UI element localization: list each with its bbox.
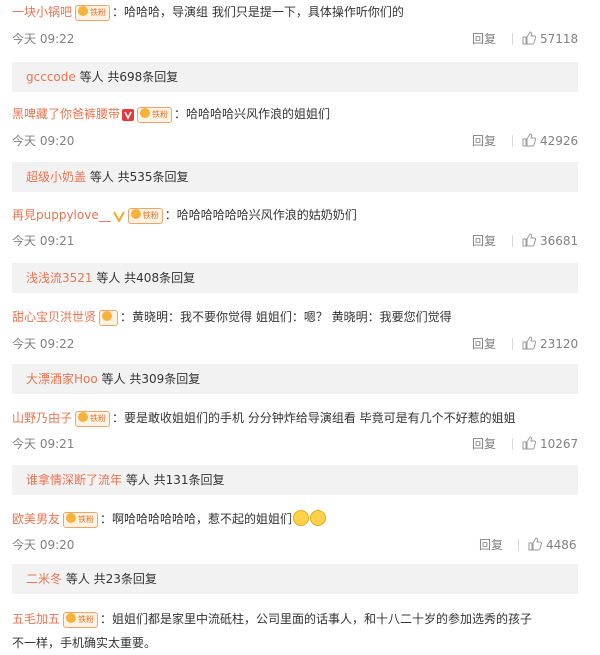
fan-badge: 铁粉 [63, 611, 99, 628]
like-count: 4486 [546, 538, 577, 552]
reply-button[interactable]: 回复 [472, 131, 496, 151]
fan-badge [99, 309, 119, 326]
comment-username[interactable]: 欧美男友 [12, 512, 60, 526]
laugh-emoji-icon [293, 510, 310, 526]
comment-username[interactable]: 再見puppylove__ [12, 208, 111, 222]
like-count: 57118 [540, 32, 579, 46]
fan-badge-icon [66, 512, 77, 523]
thumbs-up-icon [522, 436, 537, 450]
like-count: 10267 [540, 437, 579, 451]
comment-time: 今天 09:20 [12, 134, 75, 148]
sub-reply-user[interactable]: 浅浅流3521 [26, 271, 93, 285]
comment-time: 今天 09:20 [12, 538, 75, 552]
reply-button[interactable]: 回复 [472, 231, 496, 251]
sub-reply-count: 等人 共535条回复 [86, 170, 189, 184]
comment-text: ：哈哈哈哈兴风作浪的姐姐们 [174, 107, 331, 121]
comment-time: 今天 09:22 [12, 32, 75, 46]
vip-icon [112, 211, 125, 222]
comment-username[interactable]: 甜心宝贝洪世贤 [12, 310, 96, 324]
like-count: 36681 [540, 234, 579, 248]
fan-badge: 铁粉 [127, 207, 163, 224]
fan-badge: 铁粉 [75, 4, 111, 21]
sub-reply-count: 等人 共23条回复 [62, 572, 157, 586]
fan-badge-icon [140, 107, 151, 118]
like-button[interactable]: 57118 [522, 29, 578, 49]
sub-replies[interactable]: 二米冬 等人 共23条回复 [12, 564, 578, 594]
comment-username[interactable]: 黑啤藏了你爸裤腰带 [12, 107, 120, 121]
comment-username[interactable]: 山野乃由子 [12, 411, 72, 425]
comment-text: ：哈哈哈哈哈哈兴风作浪的姑奶奶们 [164, 208, 357, 222]
sub-reply-user[interactable]: 大漂酒家Hoo [26, 372, 98, 386]
comment-time: 今天 09:21 [12, 234, 75, 248]
comment-text: ：要是敢收姐姐们的手机 分分钟炸给导演组看 毕竟可是有几个不好惹的姐姐 [112, 411, 516, 425]
sub-reply-user[interactable]: 二米冬 [26, 572, 62, 586]
fan-badge-icon [66, 612, 77, 623]
fan-badge: 铁粉 [75, 410, 111, 427]
like-button[interactable]: 4486 [528, 535, 577, 555]
reply-button[interactable]: 回复 [479, 535, 503, 555]
sub-replies[interactable]: 超级小奶盖 等人 共535条回复 [12, 162, 578, 192]
reply-button[interactable]: 回复 [472, 334, 496, 354]
thumbs-up-icon [528, 537, 543, 551]
fan-badge-icon [78, 411, 89, 422]
sub-reply-user[interactable]: 谁拿情深断了流年 [26, 473, 122, 487]
fan-badge: 铁粉 [63, 511, 99, 528]
comment-time: 今天 09:21 [12, 437, 75, 451]
comment-text: ：姐姐们都是家里中流砥柱，公司里面的话事人，和十八二十岁的参加选秀的孩子 [100, 612, 533, 626]
fan-badge-icon [78, 5, 89, 16]
comment-time: 今天 09:22 [12, 337, 75, 351]
sub-reply-user[interactable]: 超级小奶盖 [26, 170, 86, 184]
like-button[interactable]: 10267 [522, 434, 578, 454]
fan-badge: 铁粉 [137, 106, 173, 123]
comment-username[interactable]: 五毛加五 [12, 612, 60, 626]
like-button[interactable]: 42926 [522, 131, 578, 151]
thumbs-up-icon [522, 336, 537, 350]
comment-text-continued: 不一样，手机确实太重要。 [12, 636, 157, 650]
sub-replies[interactable]: 浅浅流3521 等人 共408条回复 [12, 263, 578, 293]
vip-icon [122, 108, 135, 121]
sub-reply-count: 等人 共131条回复 [122, 473, 225, 487]
fan-badge-icon [102, 310, 113, 321]
sub-reply-user[interactable]: gcccode [26, 70, 76, 84]
reply-button[interactable]: 回复 [472, 434, 496, 454]
fan-badge-icon [130, 208, 141, 219]
like-count: 42926 [540, 134, 579, 148]
sub-reply-count: 等人 共698条回复 [75, 70, 179, 84]
laugh-emoji-icon [310, 510, 327, 526]
thumbs-up-icon [522, 133, 537, 147]
comment-username[interactable]: 一块小锅吧 [12, 5, 72, 19]
sub-reply-count: 等人 共309条回复 [97, 372, 201, 386]
like-button[interactable]: 23120 [522, 334, 578, 354]
thumbs-up-icon [522, 31, 537, 45]
sub-replies[interactable]: 谁拿情深断了流年 等人 共131条回复 [12, 465, 578, 495]
like-count: 23120 [540, 337, 579, 351]
reply-button[interactable]: 回复 [472, 29, 496, 49]
sub-replies[interactable]: gcccode 等人 共698条回复 [12, 62, 578, 92]
comment-text: ：啊哈哈哈哈哈哈，惹不起的姐姐们 [100, 512, 293, 526]
thumbs-up-icon [522, 233, 537, 247]
comment-text: ：黄晓明：我不要你觉得 姐姐们：嗯？ 黄晓明：我要您们觉得 [120, 310, 452, 324]
comment-text: ：哈哈哈，导演组 我们只是提一下，具体操作听你们的 [112, 5, 404, 19]
sub-replies[interactable]: 大漂酒家Hoo 等人 共309条回复 [12, 364, 578, 394]
sub-reply-count: 等人 共408条回复 [92, 271, 196, 285]
like-button[interactable]: 36681 [522, 231, 578, 251]
